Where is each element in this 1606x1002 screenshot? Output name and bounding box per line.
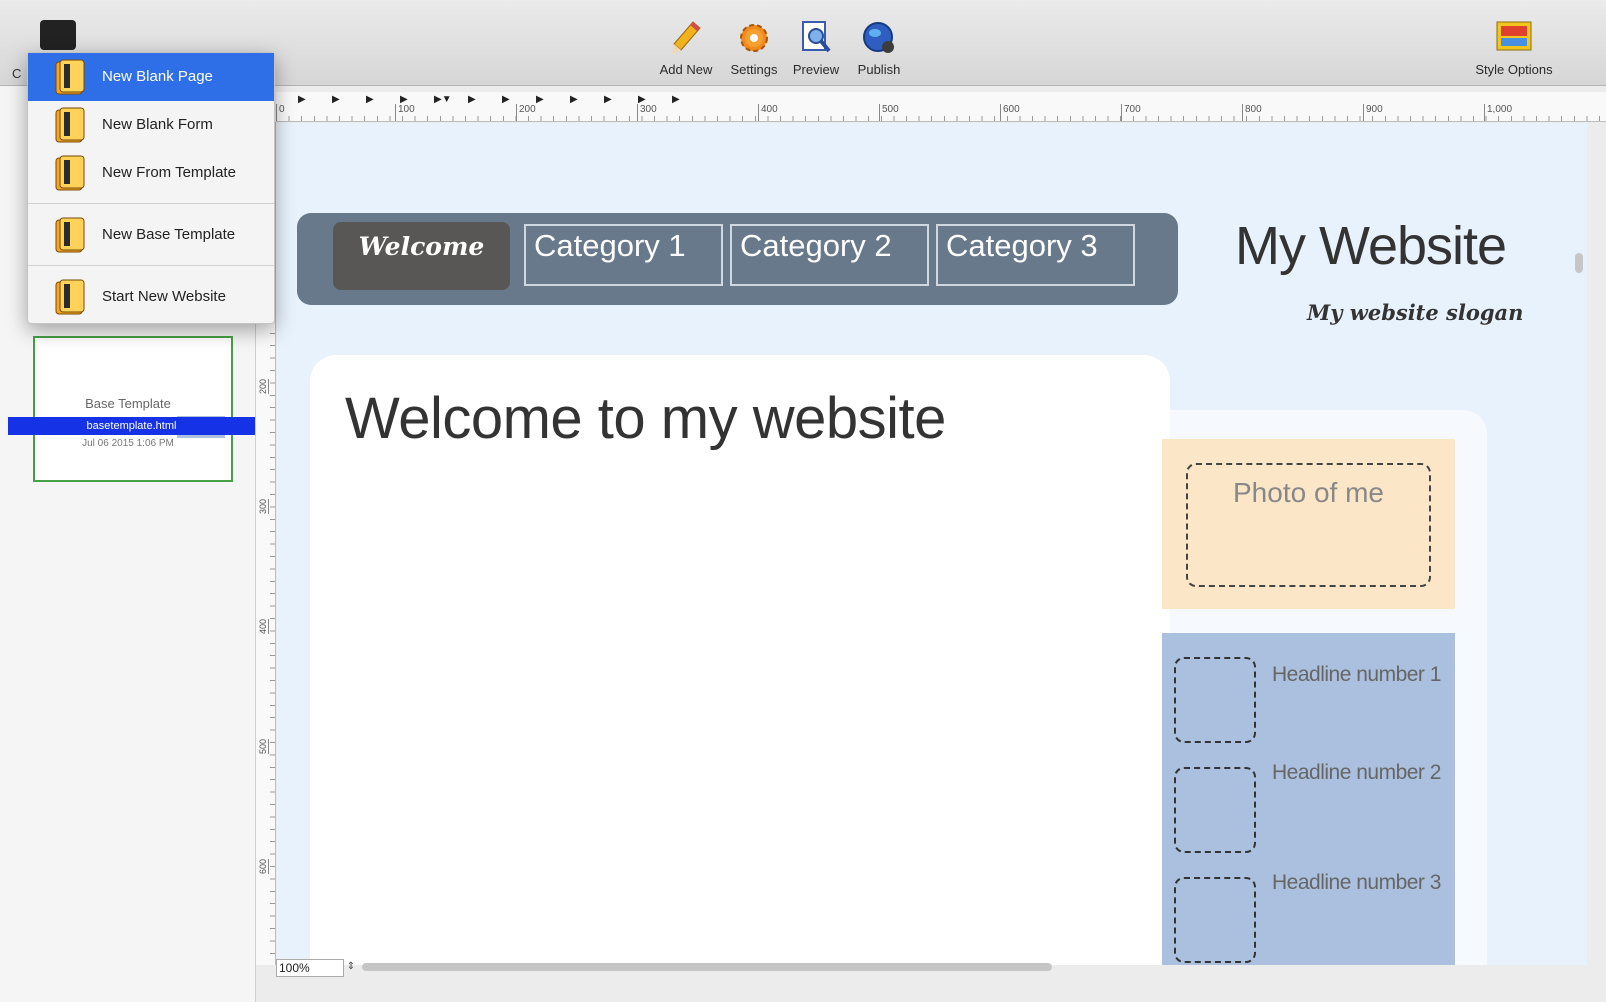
menu-item-new-blank-form[interactable]: New Blank Form [28,101,274,149]
site-title[interactable]: My Website [1235,215,1507,277]
ruler-mark: 1,000 [1484,104,1512,121]
zoom-field[interactable]: 100% [276,959,344,977]
site-nav-bar[interactable]: Welcome Category 1 Category 2 Category 3 [297,213,1178,305]
tab-stop-marker[interactable]: ▶▼ [434,94,452,105]
ruler-mark: 500 [258,738,269,754]
menu-separator [28,265,274,266]
preview-icon [802,21,831,53]
ruler-mark: 200 [516,104,536,121]
tab-stop-marker[interactable]: ▶ [570,94,578,105]
tab-stop-marker[interactable]: ▶ [502,94,510,105]
document-stack-icon [55,279,85,315]
site-slogan[interactable]: My website slogan [1307,300,1523,325]
new-page-menu: New Blank Page New Blank Form New From T… [27,52,275,324]
tab-stop-marker[interactable]: ▶ [366,94,374,105]
menu-item-new-blank-page[interactable]: New Blank Page [28,53,274,101]
nav-category-2[interactable]: Category 2 [730,224,929,286]
gear-icon [740,24,768,52]
headline-text[interactable]: Headline number 2 [1272,761,1441,785]
menu-item-new-from-template[interactable]: New From Template [28,149,274,197]
menu-item-start-new-website[interactable]: Start New Website [28,273,274,321]
style-options-button[interactable]: Style Options [1464,20,1564,77]
menu-item-label: New Blank Page [102,68,213,85]
menu-item-label: New From Template [102,164,236,181]
photo-panel[interactable]: Photo of me [1162,439,1455,609]
menu-item-label: Start New Website [102,288,226,305]
ruler-mark: 300 [258,498,269,514]
headlines-panel[interactable]: Headline number 1 Headline number 2 Head… [1162,633,1455,965]
add-new-label: Add New [659,62,713,77]
content-heading[interactable]: Welcome to my website [345,385,946,452]
ruler-mark: 100 [395,104,415,121]
zoom-stepper[interactable]: ⇕ [344,959,358,977]
ruler-mark: 400 [258,618,269,634]
ruler-mark: 800 [1242,104,1262,121]
style-options-icon [1496,21,1532,51]
tab-stop-marker[interactable]: ▶ [400,94,408,105]
page-date: Jul 06 2015 1:06 PM [82,438,174,449]
page-file-name[interactable]: basetemplate.html [8,417,255,435]
headline-text[interactable]: Headline number 3 [1272,871,1441,895]
settings-button[interactable]: Settings [726,20,782,77]
headline-image-placeholder[interactable] [1174,877,1256,963]
ruler-mark: 600 [258,858,269,874]
headline-image-placeholder[interactable] [1174,767,1256,853]
headline-image-placeholder[interactable] [1174,657,1256,743]
document-stack-icon [55,155,85,191]
add-new-button[interactable]: Add New [655,20,717,77]
document-stack-icon [55,107,85,143]
photo-placeholder[interactable]: Photo of me [1186,463,1431,587]
app-window: C Add New Settings Preview Publish Style… [0,0,1606,1002]
ruler-mark: 700 [1121,104,1141,121]
tab-stop-marker[interactable]: ▶ [468,94,476,105]
horizontal-scrollbar[interactable] [362,963,1052,971]
nav-welcome-tab[interactable]: Welcome [333,222,510,290]
menu-item-new-base-template[interactable]: New Base Template [28,211,274,259]
ruler-mark: 400 [758,104,778,121]
app-icon[interactable] [40,20,76,50]
tab-stop-marker[interactable]: ▶ [604,94,612,105]
publish-button[interactable]: Publish [852,20,906,77]
menu-item-label: New Base Template [102,226,236,243]
photo-label: Photo of me [1233,477,1384,508]
horizontal-ruler[interactable]: 0 100 200 300 400 500 600 700 800 900 1,… [276,92,1606,122]
menu-item-label: New Blank Form [102,116,213,133]
ruler-mark: 900 [1363,104,1383,121]
settings-label: Settings [730,62,778,77]
menu-separator [28,203,274,204]
document-stack-icon [55,59,85,95]
tab-stop-marker[interactable]: ▶ [672,94,680,105]
pencil-icon [672,21,701,54]
style-options-label: Style Options [1475,62,1553,77]
document-stack-icon [55,217,85,253]
ruler-mark: 300 [637,104,657,121]
publish-label: Publish [857,62,901,77]
tab-stop-marker[interactable]: ▶ [638,94,646,105]
page-name-label: Base Template [85,396,171,411]
globe-icon [863,22,894,53]
ruler-mark: 500 [879,104,899,121]
design-canvas[interactable]: Welcome Category 1 Category 2 Category 3… [277,123,1587,965]
ruler-mark: 200 [258,378,269,394]
tab-stop-marker[interactable]: ▶ [298,94,306,105]
bottom-bar: 100% ⇕ [256,959,1606,1002]
preview-button[interactable]: Preview [790,20,842,77]
nav-category-3[interactable]: Category 3 [936,224,1135,286]
preview-label: Preview [792,62,840,77]
ruler-mark: 600 [1000,104,1020,121]
tab-stop-marker[interactable]: ▶ [536,94,544,105]
tab-stop-marker[interactable]: ▶ [332,94,340,105]
nav-category-1[interactable]: Category 1 [524,224,723,286]
headline-text[interactable]: Headline number 1 [1272,663,1441,687]
ruler-mark: 0 [276,104,285,121]
toolbar-left-label: C [12,66,22,81]
vertical-scrollbar[interactable] [1575,253,1583,273]
